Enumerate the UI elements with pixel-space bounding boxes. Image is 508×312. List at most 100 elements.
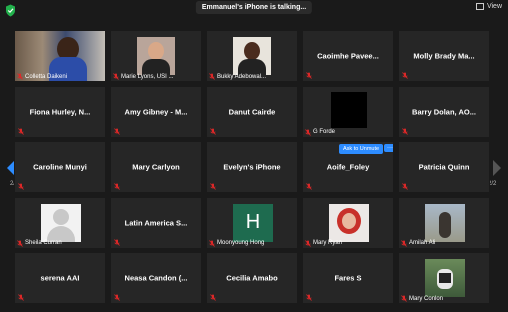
participant-label: Mary Conlon	[401, 295, 444, 303]
participant-tile[interactable]: Marie Lyons, USI ...	[110, 30, 202, 82]
participant-initial-avatar: H	[233, 203, 273, 242]
participant-tile[interactable]: Danut Cairde	[206, 85, 298, 138]
participant-tile[interactable]: H Moonyoung Hong	[206, 196, 298, 249]
muted-mic-icon	[306, 72, 312, 79]
participant-tile[interactable]: Sheila Curran	[14, 196, 106, 249]
participant-name: Amy Gibney - M...	[124, 107, 188, 117]
participant-name: Molly Brady Ma...	[413, 51, 475, 61]
participant-tile[interactable]: Latin America S...	[110, 196, 202, 249]
muted-mic-icon	[401, 240, 407, 247]
muted-mic-icon	[17, 73, 23, 80]
participant-name: Sheila Curran	[25, 240, 62, 247]
ask-to-unmute-button[interactable]: Ask to Unmute	[339, 144, 384, 155]
participant-tile[interactable]: Fares S	[302, 252, 394, 305]
muted-mic-icon	[114, 183, 120, 190]
muted-mic-icon	[402, 127, 408, 135]
participant-tile[interactable]: Bukky Adebowal...	[206, 30, 298, 82]
participant-profile-photo	[425, 259, 465, 298]
participant-tile[interactable]: Evelyn's iPhone	[206, 141, 298, 194]
participant-name: Caoimhe Pavee...	[317, 51, 379, 61]
muted-mic-icon	[113, 73, 119, 80]
participant-name: serena AAI	[40, 273, 80, 283]
participant-tile[interactable]: Fiona Hurley, N...	[14, 85, 106, 138]
participant-tile[interactable]: Aoife_Foley Ask to Unmute ···	[302, 141, 394, 194]
participant-tile[interactable]: Mary Carlyon	[110, 141, 202, 194]
muted-mic-icon	[209, 240, 215, 247]
participant-tile[interactable]: Amy Gibney - M...	[110, 85, 202, 138]
participant-name: Patricia Quinn	[418, 162, 470, 172]
participant-label: Colletta Daikeni	[17, 73, 67, 80]
participant-tile[interactable]: Amilah Ali	[398, 196, 490, 249]
participant-tile[interactable]: serena AAI	[14, 252, 106, 305]
muted-mic-icon	[209, 73, 215, 80]
participant-profile-photo	[329, 203, 369, 242]
participant-label: Marie Lyons, USI ...	[113, 73, 173, 80]
participant-name: Amilah Ali	[409, 240, 436, 247]
muted-mic-icon	[17, 240, 23, 247]
participant-name: Cecilia Amabo	[226, 273, 278, 283]
participant-name: Caroline Munyi	[33, 162, 87, 172]
participant-label: G Forde	[305, 128, 336, 136]
participant-name: G Forde	[313, 129, 336, 136]
participant-tile[interactable]: Caoimhe Pavee...	[302, 30, 394, 82]
participant-name: Colletta Daikeni	[25, 73, 68, 80]
participant-tile[interactable]: Mary Ryan	[302, 196, 394, 249]
participant-tile[interactable]: G Forde	[302, 85, 394, 138]
participant-video	[137, 37, 175, 75]
participant-name: Mary Carlyon	[132, 162, 180, 172]
meeting-topbar: Emmanuel's iPhone is talking... View	[0, 0, 508, 24]
muted-mic-icon	[306, 294, 312, 302]
participant-tile[interactable]: Mary Conlon	[398, 252, 490, 305]
muted-mic-icon	[18, 183, 24, 190]
participant-name: Bukky Adebowal...	[217, 73, 267, 80]
participant-label: Bukky Adebowal...	[209, 73, 266, 80]
participant-gallery: Colletta Daikeni Marie Lyons, USI ... Bukk…	[14, 30, 494, 308]
more-options-button[interactable]: ···	[384, 144, 393, 153]
participant-name: Latin America S...	[124, 218, 188, 228]
muted-mic-icon	[402, 183, 408, 190]
participant-name: Mary Conlon	[409, 295, 444, 302]
muted-mic-icon	[305, 240, 311, 247]
muted-mic-icon	[306, 183, 312, 190]
participant-name: Marie Lyons, USI ...	[121, 73, 174, 80]
participant-label: Sheila Curran	[17, 240, 62, 247]
participant-name: Evelyn's iPhone	[223, 162, 281, 172]
view-label: View	[486, 3, 502, 10]
participant-video	[331, 91, 367, 128]
participant-tile[interactable]: Caroline Munyi	[14, 141, 106, 194]
shield-icon[interactable]	[5, 4, 16, 17]
participant-name: Aoife_Foley	[326, 162, 370, 172]
muted-mic-icon	[401, 295, 407, 303]
participant-tile[interactable]: Patricia Quinn	[398, 141, 490, 194]
participant-name: Moonyoung Hong	[217, 240, 265, 247]
participant-name: Fiona Hurley, N...	[29, 107, 91, 117]
participant-label: Amilah Ali	[401, 240, 435, 247]
participant-video	[233, 37, 271, 75]
participant-name: Barry Dolan, AO...	[412, 107, 476, 117]
participant-tile[interactable]: Barry Dolan, AO...	[398, 85, 490, 138]
participant-tile[interactable]: Colletta Daikeni	[14, 30, 106, 82]
participant-profile-photo	[425, 203, 465, 242]
muted-mic-icon	[114, 127, 120, 135]
view-button[interactable]: View	[475, 3, 502, 10]
muted-mic-icon	[210, 183, 216, 190]
muted-mic-icon	[402, 72, 408, 79]
participant-label: Mary Ryan	[305, 240, 342, 247]
muted-mic-icon	[18, 294, 24, 302]
grid-view-icon	[475, 3, 484, 10]
participant-name: Danut Cairde	[228, 107, 276, 117]
participant-tile[interactable]: Neasa Candon (...	[110, 252, 202, 305]
participant-name: Fares S	[334, 273, 362, 283]
participant-tile[interactable]: Cecilia Amabo	[206, 252, 298, 305]
participant-name: Mary Ryan	[313, 240, 343, 247]
muted-mic-icon	[114, 239, 120, 246]
participant-avatar	[41, 203, 81, 242]
active-speaker-banner: Emmanuel's iPhone is talking...	[195, 1, 313, 14]
participant-label: Moonyoung Hong	[209, 240, 264, 247]
muted-mic-icon	[305, 128, 311, 136]
participant-tile[interactable]: Molly Brady Ma...	[398, 30, 490, 82]
muted-mic-icon	[210, 127, 216, 135]
muted-mic-icon	[114, 294, 120, 302]
muted-mic-icon	[18, 127, 24, 135]
muted-mic-icon	[210, 294, 216, 302]
